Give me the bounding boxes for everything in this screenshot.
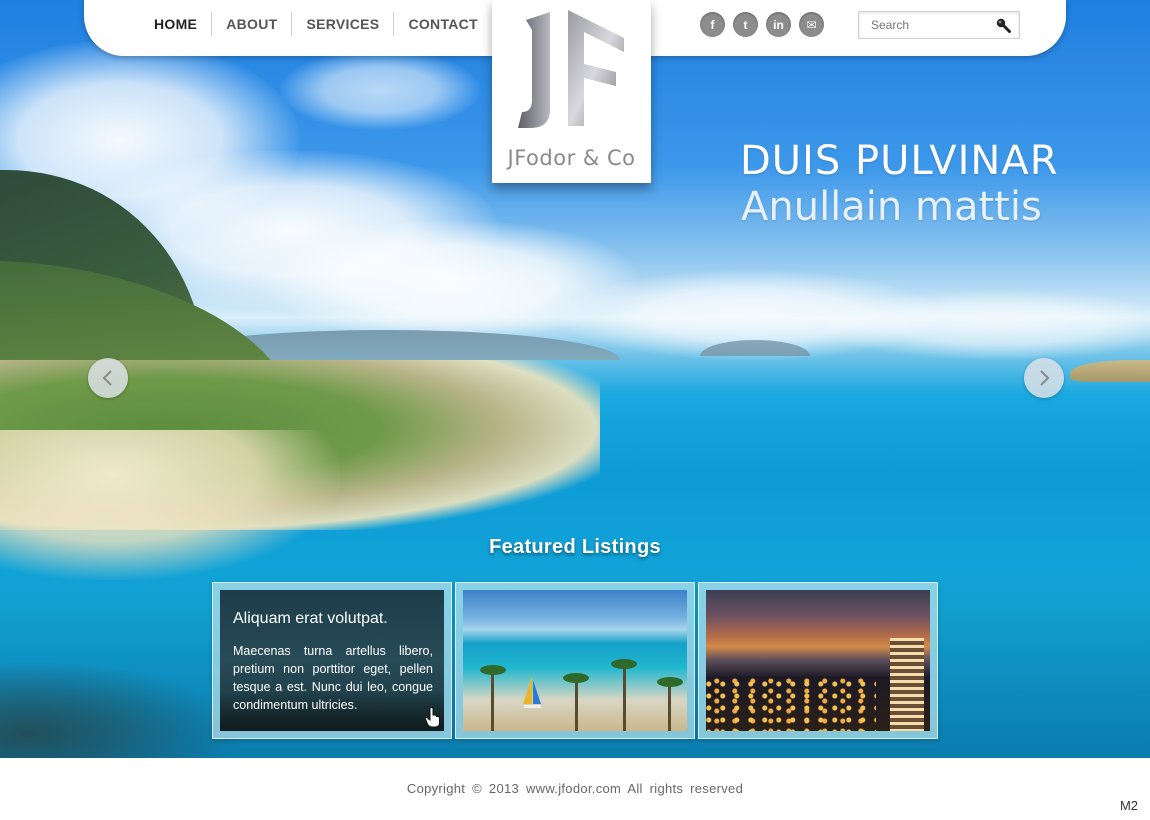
listing-description: Maecenas turna artellus libero, pretium … [233, 644, 433, 712]
hand-cursor-icon [424, 707, 440, 728]
city-night-photo [706, 590, 930, 731]
hero-subheadline: Anullain mattis [741, 184, 1042, 230]
nav-item-services[interactable]: SERVICES [292, 12, 395, 36]
beach-photo [463, 590, 687, 731]
listing-card[interactable] [698, 582, 938, 739]
palm-tree [623, 665, 626, 731]
headland [1070, 360, 1150, 382]
page-mark: M2 [1119, 798, 1138, 813]
listing-image: Aliquam erat volutpat. Maecenas turna ar… [220, 590, 444, 731]
cloud [280, 50, 480, 130]
search-icon[interactable] [995, 17, 1011, 33]
social-links: f t in ✉ [700, 12, 824, 37]
chevron-right-icon [1040, 370, 1050, 386]
listing-title: Aliquam erat volutpat. [233, 610, 388, 627]
email-icon[interactable]: ✉ [799, 12, 824, 37]
hotel-building [890, 638, 924, 731]
listing-card[interactable]: Aliquam erat volutpat. Maecenas turna ar… [212, 582, 452, 739]
slider-prev-button[interactable] [88, 358, 128, 398]
footer: Copyright © 2013 www.jfodor.com All righ… [0, 758, 1150, 820]
palm-tree [491, 671, 494, 731]
palm-tree [563, 673, 589, 683]
main-menu: HOME ABOUT SERVICES CONTACT [140, 12, 492, 36]
listing-card[interactable] [455, 582, 695, 739]
nav-item-home[interactable]: HOME [140, 12, 213, 36]
featured-listings: Aliquam erat volutpat. Maecenas turna ar… [212, 582, 938, 739]
city-lights [706, 678, 876, 731]
chevron-left-icon [102, 370, 112, 386]
search-input[interactable] [859, 12, 979, 38]
slider-next-button[interactable] [1024, 358, 1064, 398]
featured-title: Featured Listings [489, 536, 661, 558]
sailboat [523, 676, 541, 708]
linkedin-icon[interactable]: in [766, 12, 791, 37]
palm-tree [480, 665, 506, 675]
jf-monogram [518, 10, 624, 128]
logo-name: JFodor & Co [507, 146, 636, 170]
logo[interactable]: JFodor & Co [492, 0, 651, 183]
page: HOME ABOUT SERVICES CONTACT f t in ✉ Sea… [0, 0, 1150, 820]
hero-headline: DUIS PULVINAR [740, 138, 1059, 184]
nav-item-about[interactable]: ABOUT [212, 12, 293, 36]
search-box [858, 11, 1020, 39]
copyright-text: Copyright © 2013 www.jfodor.com All righ… [406, 781, 744, 796]
nav-item-contact[interactable]: CONTACT [394, 12, 492, 36]
palm-tree [611, 659, 637, 669]
palm-tree [668, 683, 671, 731]
facebook-icon[interactable]: f [700, 12, 725, 37]
twitter-icon[interactable]: t [733, 12, 758, 37]
palm-tree [657, 677, 683, 687]
palm-tree [575, 679, 578, 731]
